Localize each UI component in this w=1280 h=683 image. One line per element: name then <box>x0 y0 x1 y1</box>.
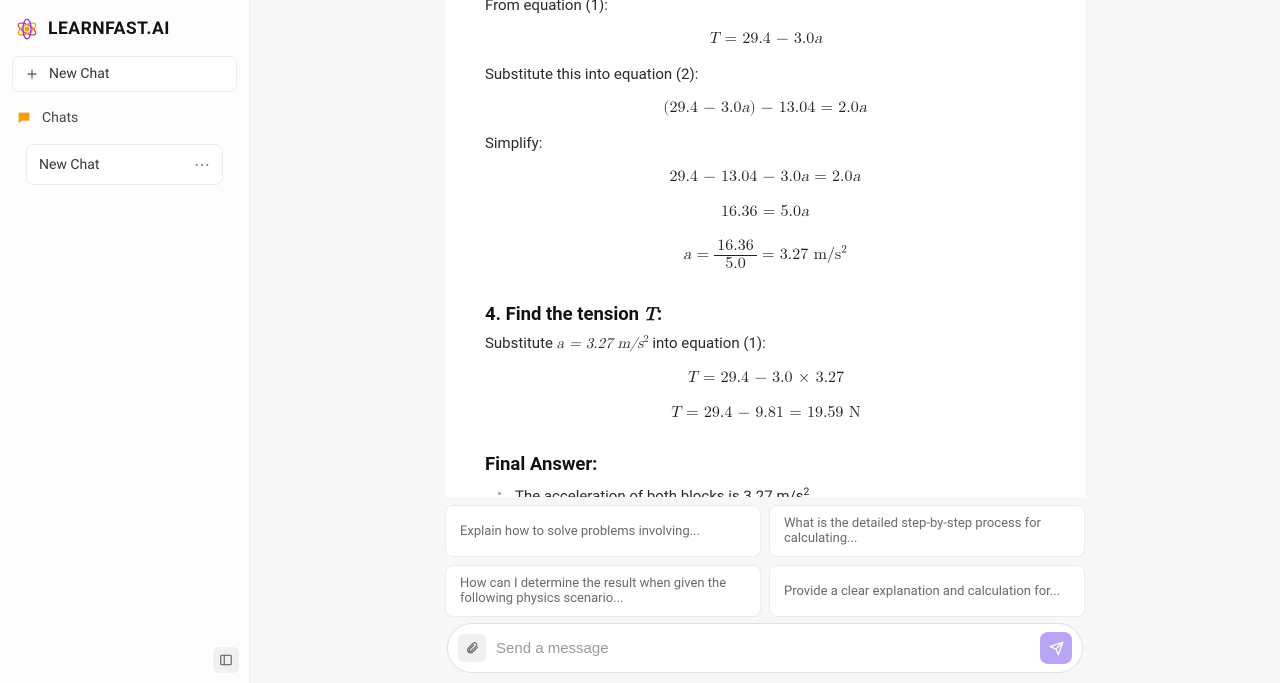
list-item: The acceleration of both blocks is 3.27 … <box>497 485 1045 497</box>
math-inline: T <box>644 305 657 324</box>
sidebar-chat-item[interactable]: New Chat ⋯ <box>26 144 223 185</box>
prompt-card[interactable]: Provide a clear explanation and calculat… <box>769 565 1085 617</box>
chat-item-label: New Chat <box>39 157 99 173</box>
ellipsis-icon[interactable]: ⋯ <box>194 155 210 174</box>
heading-prefix: 4. Find the tension <box>485 303 644 325</box>
sidebar: LEARNFAST.AI New Chat Chats New Chat ⋯ <box>0 0 250 683</box>
final-answer-list: The acceleration of both blocks is 3.27 … <box>485 485 1045 497</box>
collapse-sidebar-button[interactable] <box>213 647 239 673</box>
heading-suffix: : <box>657 303 662 325</box>
logo-icon <box>14 16 40 42</box>
section-heading: 4. Find the tension T: <box>485 303 1045 326</box>
chats-label: Chats <box>42 110 78 126</box>
prompt-card[interactable]: How can I determine the result when give… <box>445 565 761 617</box>
equation: a = 16.365.0 = 3.27 m/s2 <box>485 230 1045 281</box>
message-input[interactable] <box>496 640 1030 657</box>
prompt-card[interactable]: Explain how to solve problems involving.… <box>445 505 761 557</box>
equation: T = 29.4 − 3.0a <box>485 22 1045 57</box>
text-line: Substitute a = 3.27 m/s2 into equation (… <box>485 334 1045 353</box>
equation: T = 29.4 − 9.81 = 19.59 N <box>485 396 1045 431</box>
brand-title: LEARNFAST.AI <box>48 19 170 39</box>
attach-button[interactable] <box>458 634 486 662</box>
equation: T = 29.4 − 3.0 × 3.27 <box>485 361 1045 396</box>
send-icon <box>1049 641 1064 656</box>
paperclip-icon <box>465 641 479 655</box>
equation: (29.4 − 3.0a) − 13.04 = 2.0a <box>485 91 1045 126</box>
chat-bubble-icon <box>16 110 32 126</box>
main-area: From equation (1): T = 29.4 − 3.0a Subst… <box>250 0 1280 683</box>
new-chat-button[interactable]: New Chat <box>12 56 237 92</box>
final-answer-heading: Final Answer: <box>485 453 1045 475</box>
chats-section-header[interactable]: Chats <box>12 102 237 134</box>
send-button[interactable] <box>1040 632 1072 664</box>
text-line: Substitute this into equation (2): <box>485 65 1045 83</box>
new-chat-label: New Chat <box>49 66 109 82</box>
content-scroll[interactable]: From equation (1): T = 29.4 − 3.0a Subst… <box>250 0 1280 497</box>
composer <box>447 623 1083 673</box>
equation: 16.36 = 5.0a <box>485 195 1045 230</box>
answer-card: From equation (1): T = 29.4 − 3.0a Subst… <box>445 0 1085 497</box>
suggested-prompts: Explain how to solve problems involving.… <box>445 505 1085 617</box>
text-line: Simplify: <box>485 134 1045 152</box>
equation: 29.4 − 13.04 − 3.0a = 2.0a <box>485 160 1045 195</box>
text-line: From equation (1): <box>485 0 1045 14</box>
prompt-card[interactable]: What is the detailed step-by-step proces… <box>769 505 1085 557</box>
brand-row: LEARNFAST.AI <box>12 12 237 56</box>
plus-icon <box>25 67 39 81</box>
